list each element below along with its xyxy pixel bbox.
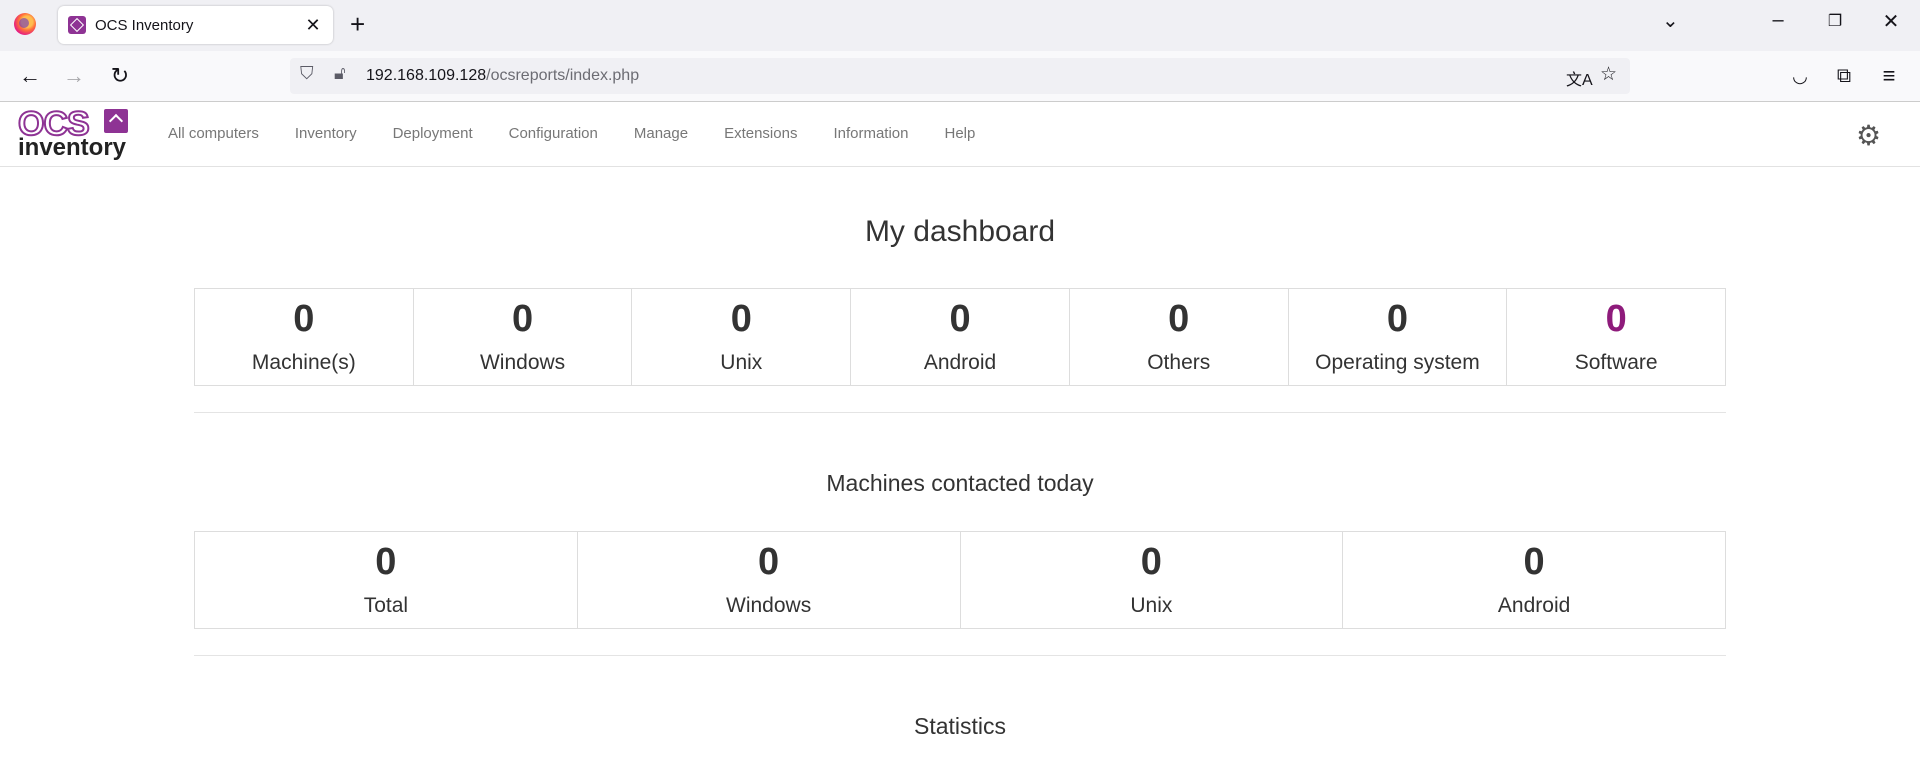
statistics-section-title: Statistics [913,713,1007,739]
browser-navbar: ← → ↻ ⛉ 🔓︎ 192.168.109.128/ocsreports/in… [0,51,1920,102]
settings-gear-icon[interactable]: ⚙ [1856,119,1881,152]
stat-operating-system[interactable]: 0 Operating system [1289,289,1508,385]
stat-label: Unix [720,351,763,374]
menu-configuration[interactable]: Configuration [491,125,616,142]
new-tab-icon[interactable]: + [350,10,365,38]
dashboard-stats: 0 Machine(s) 0 Windows 0 Unix 0 Android … [194,288,1726,386]
pocket-icon[interactable]: ◡ [1785,62,1815,90]
stat-label: Windows [726,594,812,617]
menu-information[interactable]: Information [815,125,926,142]
stat-software[interactable]: 0 Software [1507,289,1725,385]
logo-upload-icon [104,109,128,133]
main-menu: All computers Inventory Deployment Confi… [150,125,993,142]
insecure-lock-icon[interactable]: 🔓︎ [334,63,346,84]
stat-label: Android [1497,594,1571,617]
tracking-shield-icon[interactable]: ⛉ [300,63,314,84]
close-tab-icon[interactable]: ✕ [303,15,323,36]
stat-label: Operating system [1315,351,1480,374]
stat-android[interactable]: 0 Android [851,289,1070,385]
stat-value: 0 [375,541,397,583]
stat-value: 0 [730,298,752,340]
page-title: My dashboard [864,215,1056,248]
bookmark-star-icon[interactable]: ☆ [1600,63,1617,86]
stat-value: 0 [949,298,971,340]
stat-value: 0 [293,298,315,340]
menu-deployment[interactable]: Deployment [375,125,491,142]
stat-value: 0 [1523,541,1545,583]
contacted-windows[interactable]: 0 Windows [578,532,961,628]
stat-value: 0 [758,541,780,583]
contacted-android[interactable]: 0 Android [1343,532,1725,628]
menu-manage[interactable]: Manage [616,125,706,142]
url-text[interactable]: 192.168.109.128/ocsreports/index.php [366,67,639,85]
stat-others[interactable]: 0 Others [1070,289,1289,385]
menu-extensions[interactable]: Extensions [706,125,815,142]
url-bar[interactable]: ⛉ 🔓︎ 192.168.109.128/ocsreports/index.ph… [290,58,1630,94]
app-header: OCS inventory All computers Inventory De… [0,103,1920,167]
stat-windows[interactable]: 0 Windows [414,289,633,385]
divider [194,655,1726,656]
ocs-logo[interactable]: OCS inventory [17,106,133,161]
menu-inventory[interactable]: Inventory [277,125,375,142]
tab-title: OCS Inventory [95,16,194,34]
forward-arrow-icon[interactable]: → [59,62,89,90]
ocs-favicon-icon [68,16,86,34]
logo-inventory-text: inventory [18,134,127,161]
stat-value: 0 [1386,298,1409,340]
menu-all-computers[interactable]: All computers [150,125,277,142]
restore-icon[interactable]: ❐ [1820,11,1850,31]
contacted-section-title: Machines contacted today [826,470,1094,496]
contacted-total[interactable]: 0 Total [195,532,578,628]
browser-tab[interactable]: OCS Inventory ✕ [58,6,333,44]
browser-tabstrip: OCS Inventory ✕ + ⌄ – ❐ ✕ [0,0,1920,51]
translate-icon[interactable]: 文A [1566,66,1593,90]
stat-label: Windows [479,351,566,374]
contacted-unix[interactable]: 0 Unix [961,532,1344,628]
stat-label: Machine(s) [251,351,356,374]
stat-value: 0 [1605,298,1627,340]
stat-label: Unix [1130,594,1173,617]
contacted-stats: 0 Total 0 Windows 0 Unix 0 Android [194,531,1726,629]
hamburger-menu-icon[interactable]: ≡ [1874,62,1904,90]
stat-unix[interactable]: 0 Unix [632,289,852,385]
stat-label: Android [923,351,997,374]
divider [194,412,1726,413]
list-tabs-chevron-icon[interactable]: ⌄ [1662,8,1679,33]
minimize-icon[interactable]: – [1763,9,1793,32]
firefox-icon[interactable] [14,13,36,35]
stat-value: 0 [512,298,534,340]
stat-machines[interactable]: 0 Machine(s) [195,289,414,385]
stat-value: 0 [1140,541,1162,583]
stat-label: Total [363,594,409,617]
stat-label: Others [1147,351,1211,374]
back-arrow-icon[interactable]: ← [15,62,45,90]
extensions-icon[interactable]: ⧉ [1829,62,1859,90]
close-window-icon[interactable]: ✕ [1876,9,1906,34]
stat-value: 0 [1168,298,1190,340]
menu-help[interactable]: Help [927,125,994,142]
stat-label: Software [1574,351,1658,374]
reload-icon[interactable]: ↻ [105,62,135,90]
